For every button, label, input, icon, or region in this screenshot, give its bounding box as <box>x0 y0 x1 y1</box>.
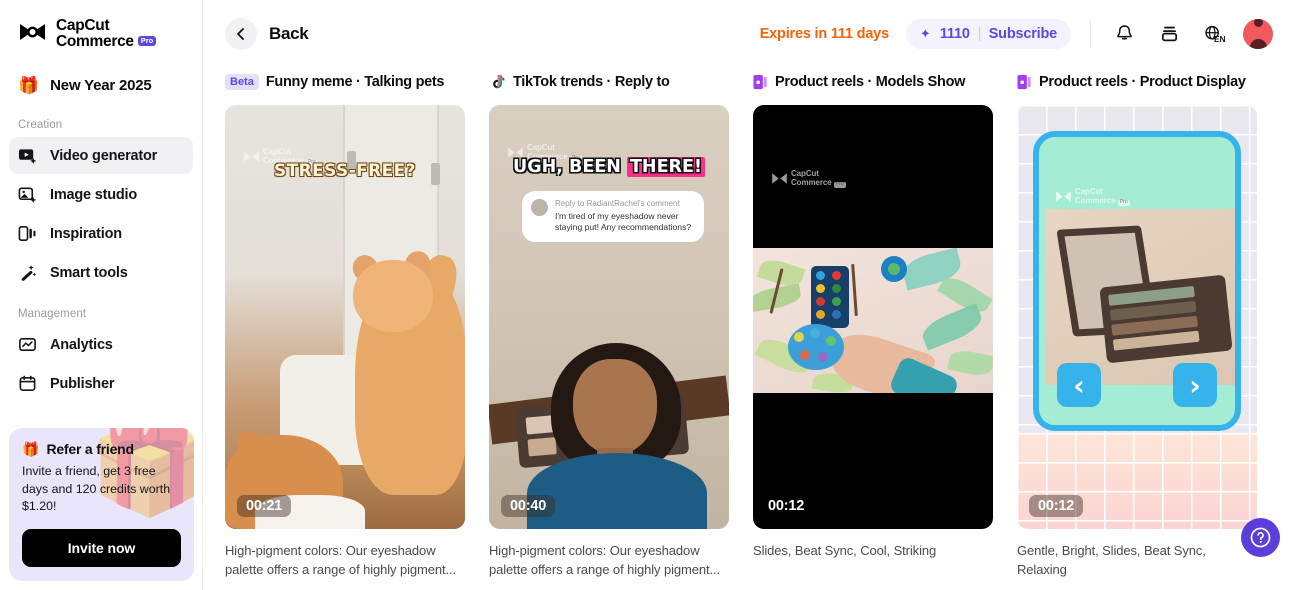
language-icon[interactable]: EN <box>1198 18 1230 50</box>
card-caption: Slides, Beat Sync, Cool, Striking <box>753 543 937 558</box>
sidebar-label: Video generator <box>50 147 158 164</box>
divider <box>978 26 980 41</box>
analytics-icon <box>19 338 36 352</box>
sidebar: CapCut Commerce Pro 🎁 New Year 2025 Crea… <box>0 0 203 590</box>
card-title: Product reels · Product Display <box>1039 74 1246 90</box>
credits-count: 1110 <box>939 25 970 42</box>
card-header: Beta Funny meme · Talking pets <box>225 67 489 97</box>
overlay-text-highlight: THERE! <box>627 157 705 177</box>
back-button[interactable]: Back <box>225 17 309 50</box>
video-thumbnail[interactable]: CapCut Commerce Pro STRESS-FREE? 00:21 <box>225 105 465 529</box>
image-studio-icon <box>18 187 37 204</box>
capcut-logo-icon <box>20 24 45 41</box>
watermark: CapCut Commerce Pro <box>771 169 846 188</box>
video-thumbnail[interactable]: CapCut Commerce Pro ‹ › 00:12 <box>1017 105 1257 529</box>
product-reels-icon <box>753 74 767 89</box>
topbar: Back Expires in 111 days ✦ 1110 Subscrib… <box>203 0 1289 67</box>
refer-a-friend-card: 🎁 🎁 Refer a friend Invite a friend, get … <box>9 428 194 581</box>
sidebar-item-analytics[interactable]: Analytics <box>9 326 193 363</box>
brand-line-2: Commerce <box>56 33 134 51</box>
duration-badge: 00:12 <box>768 498 805 514</box>
sparkle-icon: ✦ <box>919 26 931 41</box>
magic-wand-icon <box>21 265 37 282</box>
previous-arrow-button[interactable]: ‹ <box>1057 363 1101 407</box>
duration-badge: 00:12 <box>1029 495 1084 517</box>
card-caption: Gentle, Bright, Slides, Beat Sync, Relax… <box>1017 543 1206 577</box>
beta-badge: Beta <box>225 74 259 90</box>
video-generator-icon <box>18 149 37 165</box>
refer-body: Invite a friend, get 3 free days and 120… <box>22 464 171 514</box>
video-card[interactable]: Product reels · Product Display CapCut C… <box>1017 67 1281 580</box>
sidebar-item-video-generator[interactable]: Video generator <box>9 137 193 175</box>
refer-title: Refer a friend <box>46 441 134 458</box>
sidebar-label: Smart tools <box>50 264 128 281</box>
video-card[interactable]: Beta Funny meme · Talking pets CapCut Co… <box>225 67 489 580</box>
topbar-right: Expires in 111 days ✦ 1110 Subscribe EN <box>760 18 1273 50</box>
gift-icon: 🎁 <box>22 441 40 458</box>
overlay-text-plain: UGH, BEEN <box>513 157 627 177</box>
sidebar-label: Analytics <box>50 336 113 353</box>
language-code: EN <box>1214 33 1226 43</box>
card-header: Product reels · Product Display <box>1017 67 1281 97</box>
sidebar-item-new-year[interactable]: 🎁 New Year 2025 <box>9 69 193 102</box>
comment-avatar <box>531 199 548 216</box>
card-header: TikTok trends · Reply to <box>489 67 753 97</box>
next-arrow-button[interactable]: › <box>1173 363 1217 407</box>
video-card[interactable]: TikTok trends · Reply to CapCut Commerce… <box>489 67 753 580</box>
help-icon <box>1250 527 1271 548</box>
sidebar-item-image-studio[interactable]: Image studio <box>9 176 193 213</box>
gift-icon: 🎁 <box>18 76 40 96</box>
publisher-icon <box>19 375 36 392</box>
product-reels-icon <box>1017 74 1031 89</box>
bell-icon[interactable] <box>1108 18 1140 50</box>
card-caption: High-pigment colors: Our eyeshadow palet… <box>225 543 457 577</box>
subscribe-link[interactable]: Subscribe <box>989 26 1058 42</box>
invite-now-button[interactable]: Invite now <box>22 529 181 567</box>
card-title: TikTok trends · Reply to <box>513 74 670 90</box>
comment-header: Reply to RadiantRachel's comment <box>555 199 680 208</box>
sidebar-label: Inspiration <box>50 225 122 242</box>
pro-badge: Pro <box>137 36 157 47</box>
card-title: Funny meme · Talking pets <box>265 74 445 90</box>
video-overlay-text: UGH, BEEN THERE! <box>489 157 729 177</box>
brand-line-1: CapCut <box>56 17 110 34</box>
inspiration-icon <box>18 226 36 242</box>
sidebar-item-inspiration[interactable]: Inspiration <box>9 215 193 252</box>
topbar-divider <box>1090 20 1091 47</box>
video-overlay-text: STRESS-FREE? <box>274 161 416 181</box>
video-thumbnail[interactable]: CapCut Commerce Pro UGH, BEEN THERE! Repl… <box>489 105 729 529</box>
credits-pill[interactable]: ✦ 1110 Subscribe <box>905 18 1071 49</box>
section-label-management: Management <box>18 308 87 321</box>
watermark: CapCut Commerce Pro <box>1055 187 1130 206</box>
card-caption: High-pigment colors: Our eyeshadow palet… <box>489 543 721 577</box>
main-content: Back Expires in 111 days ✦ 1110 Subscrib… <box>203 0 1289 590</box>
inbox-icon[interactable] <box>1153 18 1185 50</box>
card-title: Product reels · Models Show <box>775 74 966 90</box>
brand-logo-block[interactable]: CapCut Commerce Pro <box>9 0 193 50</box>
card-header: Product reels · Models Show <box>753 67 1017 97</box>
sidebar-item-smart-tools[interactable]: Smart tools <box>9 254 193 291</box>
avatar[interactable] <box>1243 18 1273 49</box>
tiktok-icon <box>493 74 505 89</box>
video-thumbnail[interactable]: CapCut Commerce Pro 00:12 <box>753 105 993 529</box>
new-year-label: New Year 2025 <box>50 77 152 95</box>
help-button[interactable] <box>1241 518 1280 557</box>
app-root: CapCut Commerce Pro 🎁 New Year 2025 Crea… <box>0 0 1289 590</box>
duration-badge: 00:40 <box>501 495 556 517</box>
sidebar-item-publisher[interactable]: Publisher <box>9 365 193 402</box>
chevron-left-icon <box>225 17 257 50</box>
video-card-grid: Beta Funny meme · Talking pets CapCut Co… <box>203 67 1289 580</box>
back-label: Back <box>269 23 309 43</box>
sidebar-label: Image studio <box>50 186 138 203</box>
expiry-status: Expires in 111 days <box>759 25 889 42</box>
section-label-creation: Creation <box>18 119 63 132</box>
video-card[interactable]: Product reels · Models Show CapCut Comme… <box>753 67 1017 580</box>
comment-body: I'm tired of my eyeshadow never staying … <box>555 211 692 233</box>
sidebar-label: Publisher <box>50 375 115 392</box>
duration-badge: 00:21 <box>237 495 292 517</box>
comment-overlay: Reply to RadiantRachel's comment I'm tir… <box>522 191 704 243</box>
